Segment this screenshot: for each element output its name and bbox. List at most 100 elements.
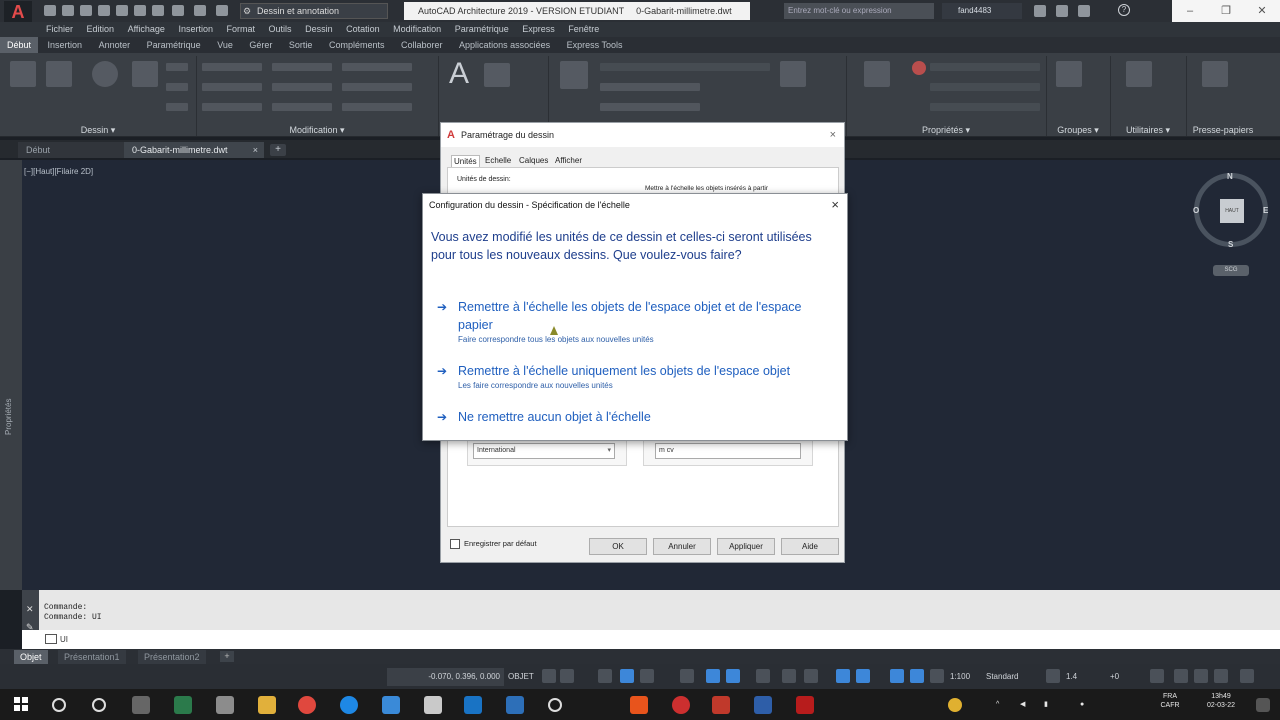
word-icon[interactable] <box>506 696 524 714</box>
new-layout-button[interactable]: + <box>220 651 234 662</box>
menu-parametrique[interactable]: Paramétrique <box>455 22 509 37</box>
standard-select[interactable]: International ▾ <box>473 443 615 459</box>
command-input[interactable]: UI <box>22 630 1280 649</box>
undo-icon[interactable] <box>172 5 184 16</box>
menu-cotation[interactable]: Cotation <box>346 22 380 37</box>
menu-modification[interactable]: Modification <box>393 22 441 37</box>
autocad-taskbar-icon[interactable] <box>712 696 730 714</box>
arc-tool-icon[interactable] <box>132 61 158 87</box>
trim-tool-icon[interactable] <box>342 63 412 71</box>
osnap-icon[interactable] <box>706 669 720 683</box>
tab-layout1[interactable]: Présentation1 <box>58 650 126 664</box>
linetype-select[interactable] <box>930 103 1040 111</box>
network-icon[interactable]: ▮ <box>1044 700 1048 709</box>
polar-icon[interactable] <box>620 669 634 683</box>
panel-title-utilitaires[interactable]: Utilitaires ▾ <box>1110 123 1186 137</box>
grid-icon[interactable] <box>542 669 556 683</box>
tab-layout2[interactable]: Présentation2 <box>138 650 206 664</box>
scale-tool-icon[interactable] <box>272 103 332 111</box>
layer-properties-icon[interactable] <box>560 61 588 89</box>
ok-button[interactable]: OK <box>589 538 647 555</box>
panel-title-groupes[interactable]: Groupes ▾ <box>1046 123 1110 137</box>
viewcube-top-face[interactable]: HAUT <box>1220 199 1244 223</box>
match-properties-icon[interactable] <box>864 61 890 87</box>
help-button[interactable]: Aide <box>781 538 839 555</box>
osnap-tracking-icon[interactable] <box>680 669 694 683</box>
tab-gerer[interactable]: Gérer <box>242 37 279 53</box>
user-account[interactable]: fand4483 <box>942 3 1022 19</box>
a360-icon[interactable] <box>1078 5 1090 17</box>
workspace-switch-icon[interactable] <box>1046 669 1060 683</box>
snap-icon[interactable] <box>560 669 574 683</box>
search-icon[interactable] <box>52 698 66 712</box>
exchange-icon[interactable] <box>1056 5 1068 17</box>
option-rescale-all[interactable]: ➔ Remettre à l'échelle les objets de l'e… <box>437 298 827 345</box>
units-dialog-close-icon[interactable]: × <box>830 123 836 147</box>
insert-block-icon[interactable] <box>780 61 806 87</box>
minimize-button[interactable]: – <box>1172 0 1208 22</box>
text-tool-icon[interactable]: A <box>449 59 469 89</box>
option-rescale-model-only[interactable]: ➔ Remettre à l'échelle uniquement les ob… <box>437 362 827 391</box>
menu-edition[interactable]: Edition <box>87 22 115 37</box>
action-center-icon[interactable] <box>1256 698 1270 712</box>
layer-tools-row1-icon[interactable] <box>600 83 700 91</box>
layer-select[interactable] <box>600 63 770 71</box>
tab-insertion[interactable]: Insertion <box>41 37 90 53</box>
polyline-tool-icon[interactable] <box>46 61 72 87</box>
tab-vue[interactable]: Vue <box>210 37 240 53</box>
office-icon[interactable] <box>630 696 648 714</box>
tab-model[interactable]: Objet <box>14 650 48 664</box>
model-space-toggle[interactable]: OBJET <box>508 668 534 686</box>
workspace-select[interactable]: ⚙ Dessin et annotation <box>240 3 388 19</box>
cart-icon[interactable] <box>1034 5 1046 17</box>
tab-afficher[interactable]: Afficher <box>553 155 584 167</box>
transparency-icon[interactable] <box>756 669 770 683</box>
compass-north[interactable]: N <box>1227 172 1233 181</box>
tab-applications[interactable]: Applications associées <box>452 37 557 53</box>
dimension-tool-icon[interactable] <box>484 63 510 87</box>
notepad-icon[interactable] <box>424 696 442 714</box>
share-icon[interactable] <box>216 5 228 16</box>
acrobat-icon[interactable] <box>796 696 814 714</box>
rotate-tool-icon[interactable] <box>272 63 332 71</box>
cloud-icon[interactable] <box>116 5 128 16</box>
tab-express-tools[interactable]: Express Tools <box>560 37 630 53</box>
media-app-icon[interactable] <box>174 696 192 714</box>
move-tool-icon[interactable] <box>202 63 262 71</box>
redo-icon[interactable] <box>194 5 206 16</box>
edge-icon[interactable] <box>340 696 358 714</box>
viewport-controls[interactable]: [−][Haut][Filaire 2D] <box>24 167 93 176</box>
isolate-objects-icon[interactable] <box>1150 669 1164 683</box>
annotation-scale-select[interactable]: 1:100 <box>950 668 970 686</box>
cancel-button[interactable]: Annuler <box>653 538 711 555</box>
scale-dialog-close-icon[interactable]: × <box>831 197 839 212</box>
save-as-icon[interactable] <box>98 5 110 16</box>
tab-start[interactable]: Début <box>18 142 124 158</box>
tab-parametrique[interactable]: Paramétrique <box>140 37 208 53</box>
windows-start-icon[interactable] <box>14 697 28 711</box>
value-field[interactable]: m cv <box>655 443 801 459</box>
close-icon[interactable]: ✕ <box>26 604 34 615</box>
new-file-icon[interactable] <box>44 5 56 16</box>
group-icon[interactable] <box>1056 61 1082 87</box>
apply-button[interactable]: Appliquer <box>717 538 775 555</box>
opera-icon[interactable] <box>672 696 690 714</box>
customization-icon[interactable] <box>1214 669 1228 683</box>
circle-tool-icon[interactable] <box>92 61 118 87</box>
viewcube[interactable]: HAUT <box>1194 173 1268 247</box>
save-default-checkbox[interactable] <box>450 539 460 549</box>
tab-calques[interactable]: Calques <box>517 155 550 167</box>
menu-express[interactable]: Express <box>522 22 555 37</box>
close-tab-icon[interactable]: × <box>253 142 258 158</box>
tray-chevron-icon[interactable]: ^ <box>996 700 999 709</box>
option-no-rescale[interactable]: ➔ Ne remettre aucun objet à l'échelle <box>437 408 827 426</box>
dynamic-ucs-icon[interactable] <box>836 669 850 683</box>
menu-fenetre[interactable]: Fenêtre <box>568 22 599 37</box>
search-input[interactable]: Entrez mot-clé ou expression <box>784 3 934 19</box>
properties-palette-strip[interactable]: Propriétés <box>0 160 22 590</box>
line-tool-icon[interactable] <box>10 61 36 87</box>
panel-title-proprietes[interactable]: Propriétés ▾ <box>846 123 1046 137</box>
chrome-icon[interactable] <box>298 696 316 714</box>
elevation-value[interactable]: 1.4 <box>1066 668 1077 686</box>
compass-west[interactable]: O <box>1193 206 1199 215</box>
